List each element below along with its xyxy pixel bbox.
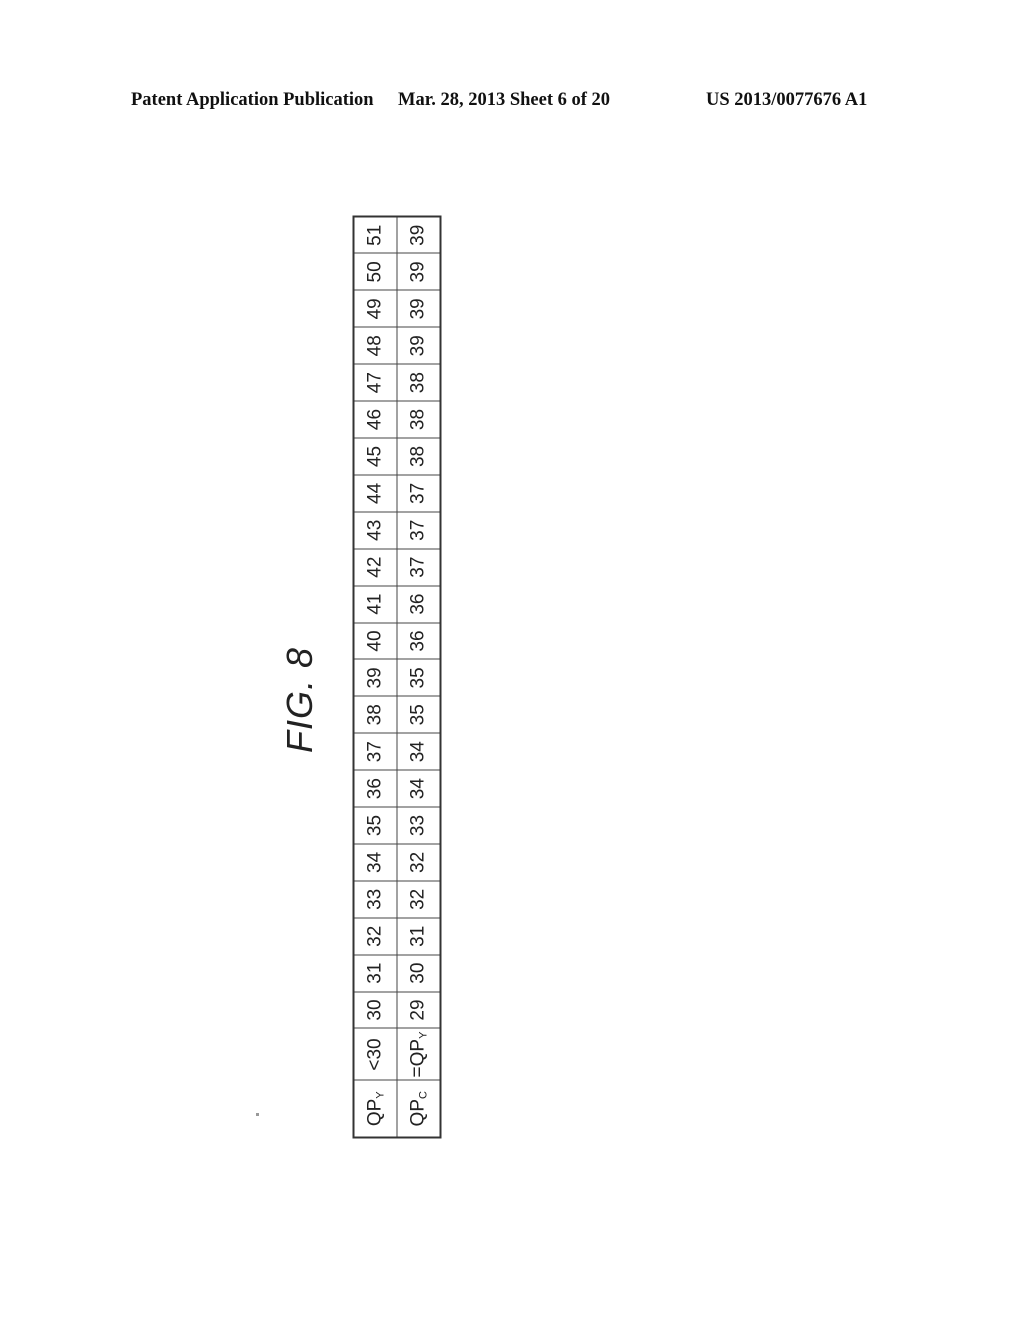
- qpy-cell: <30: [353, 1028, 397, 1080]
- qpc-cell: 33: [396, 806, 440, 844]
- qpc-cell: 38: [396, 400, 440, 438]
- qpc-cell: 35: [396, 658, 440, 696]
- qpy-cell: 39: [353, 658, 397, 696]
- qpc-cell: =QPY: [396, 1028, 440, 1080]
- qpc-cell: 39: [396, 289, 440, 327]
- qpc-cell: 38: [396, 363, 440, 401]
- qpc-cell: 34: [396, 732, 440, 770]
- scan-speck: [256, 1113, 259, 1116]
- qpy-cell: 33: [353, 880, 397, 918]
- qpy-cell: 34: [353, 843, 397, 881]
- qpc-cell: 32: [396, 843, 440, 881]
- row-header-base: QP: [407, 1098, 428, 1126]
- figure-label: FIG. 8: [279, 646, 320, 754]
- qpy-cell: 36: [353, 769, 397, 807]
- qpy-cell: 30: [353, 991, 397, 1028]
- qpc-cell: 32: [396, 880, 440, 918]
- row-header-subscript: C: [417, 1090, 429, 1099]
- qpy-cell: 48: [353, 326, 397, 364]
- qpy-cell: 47: [353, 363, 397, 401]
- qp-mapping-table-wrapper: QPY <30 30 31 32 33 34 35 36 37 38 39 40 41 42 43 44 45 46…: [352, 215, 441, 1138]
- qpc-cell: 37: [396, 474, 440, 512]
- qpy-cell: 42: [353, 548, 397, 586]
- date-and-sheet: Mar. 28, 2013 Sheet 6 of 20: [398, 90, 611, 110]
- qpc-cell: 39: [396, 252, 440, 290]
- qpc-cell: 31: [396, 917, 440, 955]
- qpy-cell: 45: [353, 437, 397, 475]
- qpy-cell: 50: [353, 252, 397, 290]
- qpy-cell: 35: [353, 806, 397, 844]
- qpc-cell: 39: [396, 326, 440, 364]
- row-header-subscript: Y: [374, 1090, 386, 1099]
- qpc-cell: 29: [396, 991, 440, 1028]
- qpy-cell: 40: [353, 622, 397, 659]
- qpy-cell: 41: [353, 585, 397, 623]
- qpy-cell: 46: [353, 400, 397, 438]
- page-header: Patent Application Publication Mar. 28, …: [0, 88, 1024, 118]
- qpy-cell: 51: [353, 216, 397, 253]
- row-header-qpy: QPY: [353, 1080, 397, 1137]
- qpc-cell: 35: [396, 695, 440, 733]
- qpc-equals-label: =QP: [407, 1038, 428, 1077]
- table-row-qpc: QPC =QPY 29 30 31 32 32 33 34 34 35 35 36 36 37 37 37 38 3…: [396, 216, 440, 1137]
- qpc-cell: 34: [396, 769, 440, 807]
- table-row-qpy: QPY <30 30 31 32 33 34 35 36 37 38 39 40 41 42 43 44 45 46…: [353, 216, 397, 1137]
- qpc-cell: 36: [396, 585, 440, 623]
- qpc-cell: 37: [396, 548, 440, 586]
- qpy-cell: 32: [353, 917, 397, 955]
- publication-number: US 2013/0077676 A1: [706, 90, 868, 110]
- qpc-cell: 37: [396, 511, 440, 549]
- qpy-cell: 44: [353, 474, 397, 512]
- row-header-base: QP: [364, 1098, 385, 1126]
- qpy-cell: 49: [353, 289, 397, 327]
- qpc-cell: 36: [396, 622, 440, 659]
- row-header-qpc: QPC: [396, 1080, 440, 1137]
- qpy-cell: 37: [353, 732, 397, 770]
- qpc-cell: 30: [396, 954, 440, 992]
- qpy-cell: 38: [353, 695, 397, 733]
- qpc-cell: 39: [396, 216, 440, 253]
- qpy-cell: 43: [353, 511, 397, 549]
- qpc-cell: 38: [396, 437, 440, 475]
- qp-mapping-table: QPY <30 30 31 32 33 34 35 36 37 38 39 40 41 42 43 44 45 46…: [352, 215, 441, 1138]
- qpy-cell: 31: [353, 954, 397, 992]
- qpc-equals-subscript: Y: [417, 1031, 429, 1039]
- publication-type: Patent Application Publication: [131, 90, 374, 110]
